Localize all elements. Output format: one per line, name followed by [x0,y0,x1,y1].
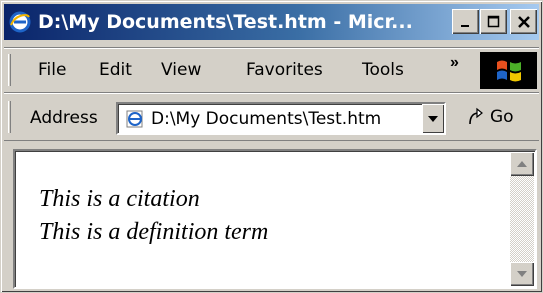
address-toolbar: Address D:\My Documents\Test.htm Go [4,95,539,141]
scroll-down-button[interactable] [510,262,534,286]
address-value: D:\My Documents\Test.htm [151,108,382,129]
maximize-button[interactable] [480,9,507,34]
citation-text: This is a citation [39,186,200,212]
menu-overflow-chevron[interactable]: » [450,54,459,72]
toolbar-grip[interactable] [8,54,11,86]
menu-view[interactable]: View [161,60,201,80]
close-icon [517,15,530,28]
toolbar-grip[interactable] [8,101,11,133]
window-title: D:\My Documents\Test.htm - Micr... [38,11,413,33]
vertical-scrollbar[interactable] [510,152,534,286]
menu-favorites[interactable]: Favorites [246,60,323,80]
arrow-down-icon [517,271,527,277]
go-arrow-icon [464,105,488,129]
minimize-icon [460,24,469,27]
address-label: Address [30,108,98,128]
ie-page-icon [123,107,147,131]
address-input[interactable]: D:\My Documents\Test.htm [116,102,446,135]
arrow-up-icon [517,161,527,167]
title-bar[interactable]: D:\My Documents\Test.htm - Micr... [4,4,539,40]
internet-explorer-icon [8,10,32,34]
windows-logo-icon [480,52,537,89]
page-content: This is a citation This is a definition … [13,149,537,289]
maximize-icon [487,15,499,27]
menu-bar: File Edit View Favorites Tools » [4,47,539,93]
go-button[interactable]: Go [464,105,514,129]
close-button[interactable] [510,9,537,34]
document-body: This is a citation This is a definition … [39,183,268,249]
menu-edit[interactable]: Edit [99,60,132,80]
menu-file[interactable]: File [38,60,66,80]
address-dropdown-button[interactable] [422,104,444,133]
minimize-button[interactable] [452,9,479,34]
scroll-up-button[interactable] [510,152,534,176]
definition-term-text: This is a definition term [39,219,269,245]
go-label: Go [490,107,514,127]
browser-window: D:\My Documents\Test.htm - Micr... File … [0,0,543,293]
chevron-down-icon [428,115,438,122]
menu-tools[interactable]: Tools [362,60,404,80]
